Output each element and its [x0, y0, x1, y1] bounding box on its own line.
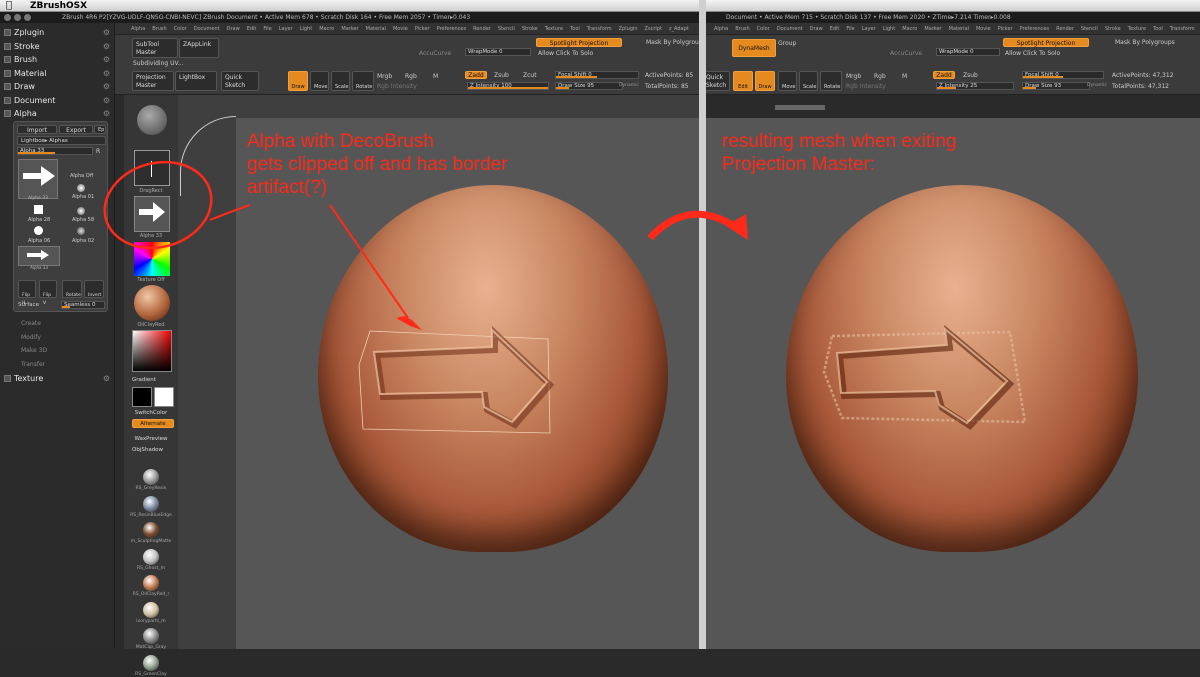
annotation-overlay: [103, 160, 748, 330]
red-arrow-line: [329, 204, 409, 319]
red-curved-arrow-head: [726, 214, 748, 240]
red-circle-annotation: [103, 160, 213, 250]
material-swatch-label: RS_GreenClay: [135, 671, 167, 677]
red-arrow-head: [396, 316, 422, 330]
red-leader-line: [209, 204, 251, 221]
material-swatch[interactable]: [143, 654, 159, 671]
